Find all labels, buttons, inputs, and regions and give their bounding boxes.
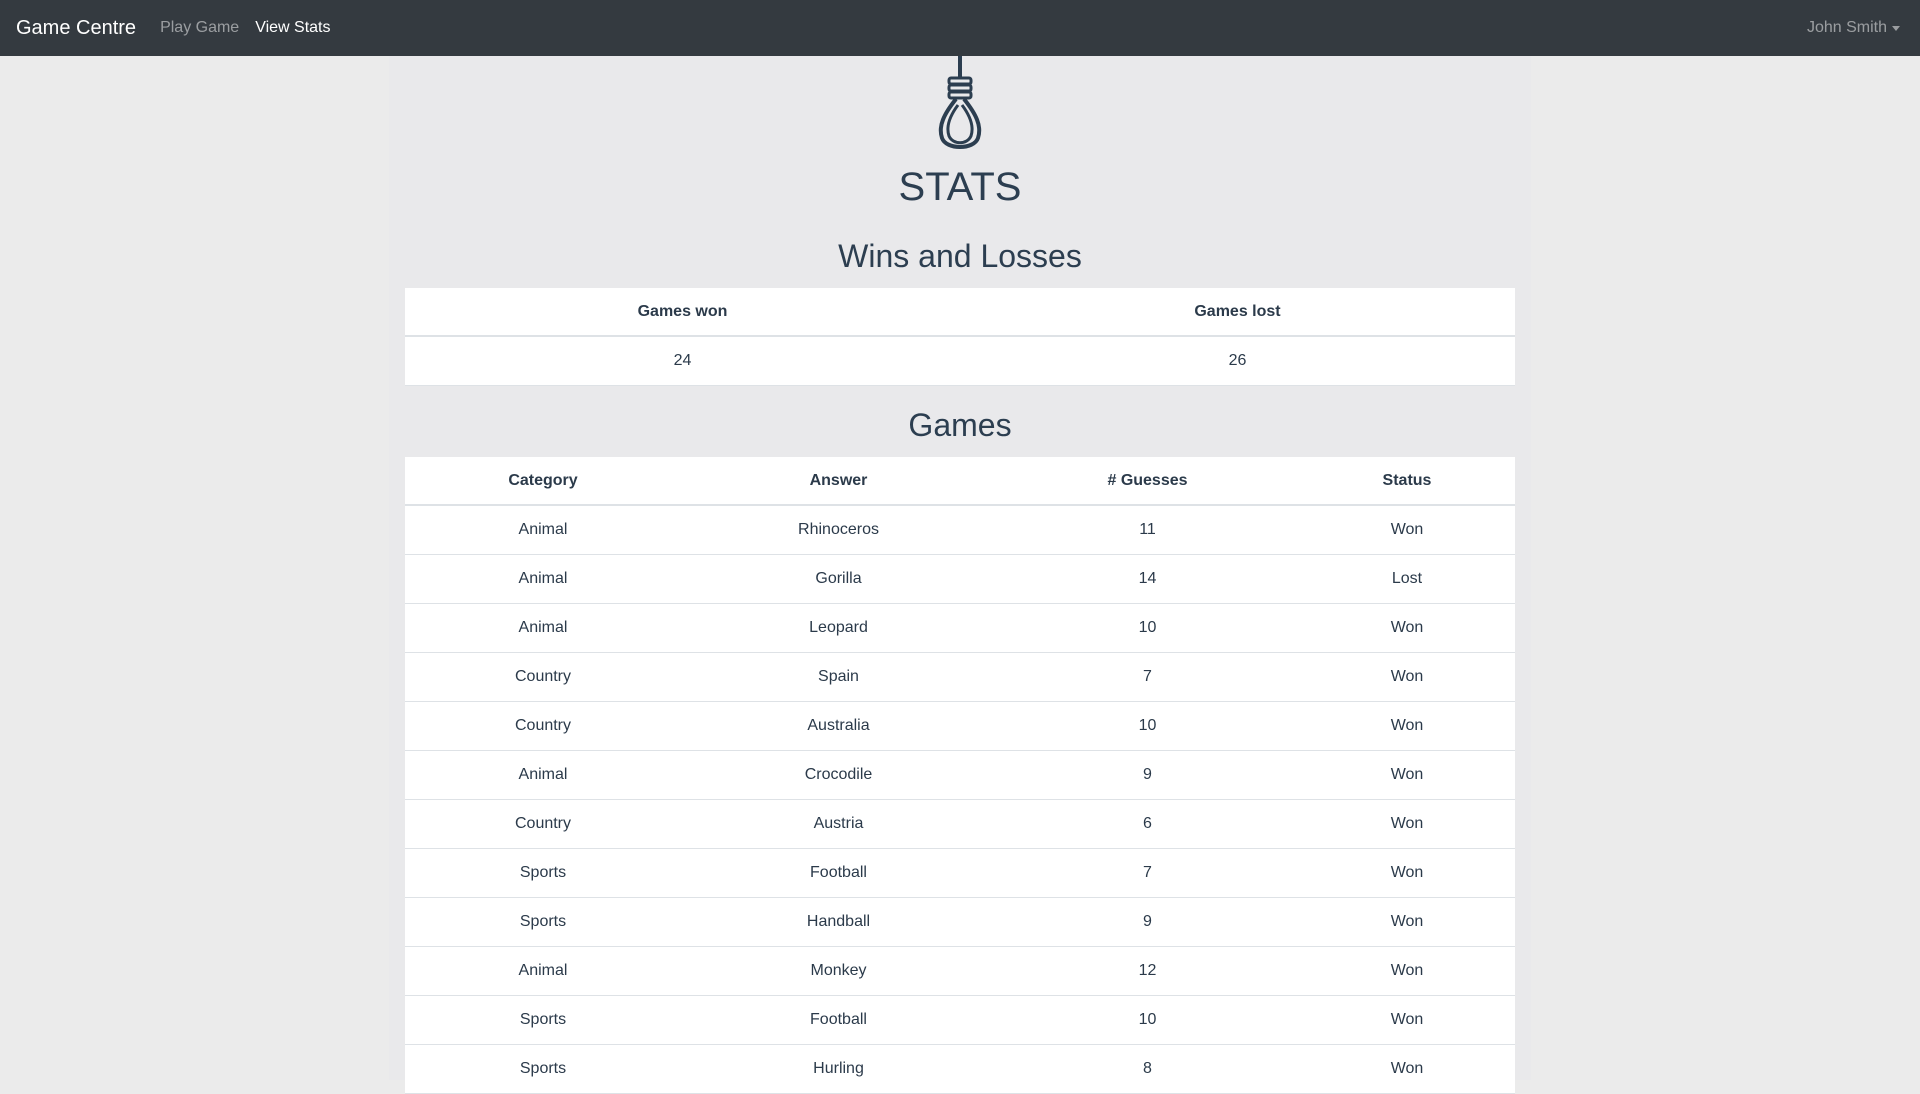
answer-cell: Gorilla <box>681 554 996 604</box>
status-cell: Won <box>1299 897 1515 947</box>
guesses-header: # Guesses <box>996 457 1299 506</box>
guesses-cell: 11 <box>996 505 1299 555</box>
guesses-cell: 10 <box>996 995 1299 1045</box>
guesses-cell: 9 <box>996 750 1299 800</box>
category-cell: Animal <box>405 946 681 996</box>
status-cell: Won <box>1299 603 1515 653</box>
guesses-cell: 6 <box>996 799 1299 849</box>
navbar: Game Centre Play Game View Stats John Sm… <box>0 0 1920 56</box>
status-cell: Lost <box>1299 554 1515 604</box>
wins-losses-table: Games won Games lost 24 26 <box>405 288 1515 386</box>
category-cell: Sports <box>405 897 681 947</box>
table-row: Animal Leopard 10 Won <box>405 603 1515 653</box>
category-cell: Sports <box>405 1044 681 1094</box>
guesses-cell: 8 <box>996 1044 1299 1094</box>
table-row: Animal Rhinoceros 11 Won <box>405 505 1515 555</box>
status-header: Status <box>1299 457 1515 506</box>
answer-cell: Rhinoceros <box>681 505 996 555</box>
category-cell: Animal <box>405 603 681 653</box>
caret-down-icon <box>1892 25 1900 31</box>
answer-cell: Austria <box>681 799 996 849</box>
status-cell: Won <box>1299 995 1515 1045</box>
guesses-cell: 14 <box>996 554 1299 604</box>
nav-view-stats[interactable]: View Stats <box>255 19 330 37</box>
table-row: Country Austria 6 Won <box>405 799 1515 849</box>
table-row: Animal Gorilla 14 Lost <box>405 554 1515 604</box>
category-cell: Sports <box>405 995 681 1045</box>
category-cell: Country <box>405 701 681 751</box>
nav-play-game[interactable]: Play Game <box>160 19 239 37</box>
games-won-value: 24 <box>405 336 960 386</box>
category-cell: Animal <box>405 554 681 604</box>
guesses-cell: 7 <box>996 652 1299 702</box>
status-cell: Won <box>1299 750 1515 800</box>
status-cell: Won <box>1299 1044 1515 1094</box>
category-cell: Country <box>405 652 681 702</box>
games-won-header: Games won <box>405 288 960 337</box>
answer-cell: Monkey <box>681 946 996 996</box>
answer-header: Answer <box>681 457 996 506</box>
games-lost-header: Games lost <box>960 288 1515 337</box>
answer-cell: Spain <box>681 652 996 702</box>
guesses-cell: 10 <box>996 701 1299 751</box>
games-title: Games <box>908 407 1012 443</box>
table-row: Country Australia 10 Won <box>405 701 1515 751</box>
table-row: Animal Monkey 12 Won <box>405 946 1515 996</box>
status-cell: Won <box>1299 701 1515 751</box>
table-row: Animal Crocodile 9 Won <box>405 750 1515 800</box>
guesses-cell: 12 <box>996 946 1299 996</box>
answer-cell: Hurling <box>681 1044 996 1094</box>
table-row: 24 26 <box>405 336 1515 386</box>
table-row: Sports Hurling 8 Won <box>405 1044 1515 1094</box>
table-header-row: Category Answer # Guesses Status <box>405 457 1515 506</box>
answer-cell: Football <box>681 848 996 898</box>
games-lost-value: 26 <box>960 336 1515 386</box>
user-menu-dropdown[interactable]: John Smith <box>1807 19 1900 37</box>
table-row: Country Spain 7 Won <box>405 652 1515 702</box>
user-name: John Smith <box>1806 19 1887 36</box>
status-cell: Won <box>1299 652 1515 702</box>
answer-cell: Crocodile <box>681 750 996 800</box>
category-cell: Animal <box>405 750 681 800</box>
wins-losses-title: Wins and Losses <box>838 238 1082 274</box>
table-row: Sports Football 10 Won <box>405 995 1515 1045</box>
answer-cell: Leopard <box>681 603 996 653</box>
table-header-row: Games won Games lost <box>405 288 1515 337</box>
guesses-cell: 10 <box>996 603 1299 653</box>
answer-cell: Handball <box>681 897 996 947</box>
status-cell: Won <box>1299 946 1515 996</box>
category-header: Category <box>405 457 681 506</box>
category-cell: Sports <box>405 848 681 898</box>
category-cell: Country <box>405 799 681 849</box>
status-cell: Won <box>1299 505 1515 555</box>
guesses-cell: 9 <box>996 897 1299 947</box>
noose-icon <box>938 50 982 149</box>
category-cell: Animal <box>405 505 681 555</box>
answer-cell: Australia <box>681 701 996 751</box>
answer-cell: Football <box>681 995 996 1045</box>
table-row: Sports Football 7 Won <box>405 848 1515 898</box>
status-cell: Won <box>1299 799 1515 849</box>
guesses-cell: 7 <box>996 848 1299 898</box>
status-cell: Won <box>1299 848 1515 898</box>
games-table: Category Answer # Guesses Status Animal … <box>405 457 1515 1094</box>
table-row: Sports Handball 9 Won <box>405 897 1515 947</box>
page-title: STATS <box>898 165 1022 209</box>
brand-link[interactable]: Game Centre <box>16 17 136 40</box>
